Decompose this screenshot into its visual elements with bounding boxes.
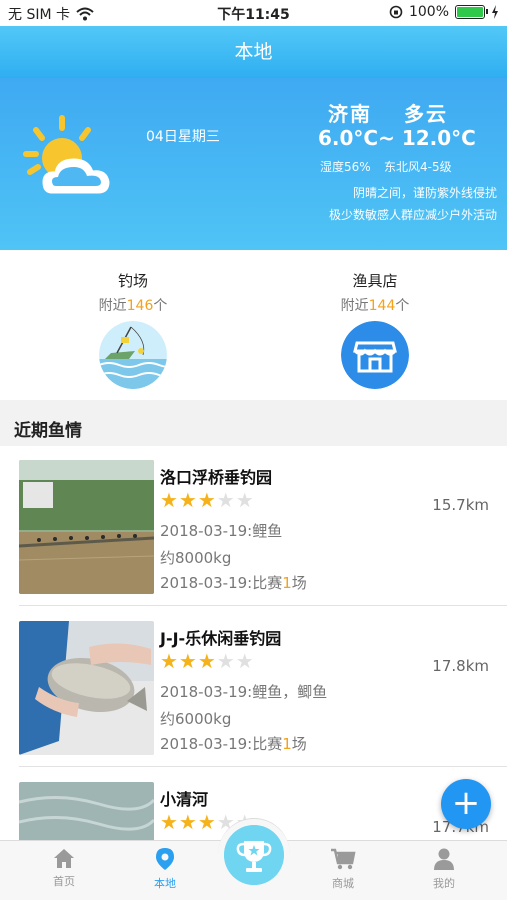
spot-photo	[19, 782, 154, 840]
competition-info: 2018-03-19:比赛1场	[160, 735, 307, 753]
tab-mine-label: 我的	[433, 877, 455, 890]
charging-icon	[492, 5, 498, 19]
tackle-shops-count: 附近144个	[340, 298, 410, 314]
nav-bar: 本地	[0, 26, 507, 78]
profile-icon	[434, 848, 454, 870]
list-item[interactable]: J-J-乐休闲垂钓园 ★★★★★ 17.8km 2018-03-19:鲤鱼，鲫鱼…	[0, 607, 507, 767]
catch-info: 2018-03-19:鲤鱼	[160, 522, 283, 540]
weather-wind: 东北风4-5级	[384, 160, 452, 174]
tab-local-label: 本地	[154, 877, 176, 890]
orientation-lock-icon	[389, 5, 403, 19]
page-title: 本地	[234, 41, 273, 63]
tackle-shops-label: 渔具店	[352, 272, 398, 290]
catch-weight: 约6000kg	[160, 710, 232, 728]
section-title: 近期鱼情	[0, 400, 507, 446]
cart-icon	[331, 848, 356, 870]
spot-name: J-J-乐休闲垂钓园	[160, 629, 282, 648]
tab-mine[interactable]: 我的	[404, 847, 484, 891]
spot-photo	[19, 460, 154, 594]
trophy-icon	[224, 825, 284, 885]
competition-button[interactable]	[218, 818, 290, 890]
rating-stars: ★★★★★	[160, 649, 255, 673]
weather-tip-line2: 极少数敏感人群应减少户外活动	[328, 208, 497, 222]
spot-distance: 15.7km	[432, 496, 489, 514]
fishing-spots-count: 附近146个	[98, 298, 168, 314]
battery-percent: 100%	[408, 4, 449, 20]
tab-mall-label: 商城	[332, 877, 354, 890]
tab-home-label: 首页	[53, 875, 75, 888]
tab-local[interactable]: 本地	[125, 847, 205, 891]
tackle-shops-link[interactable]: 渔具店 附近144个	[275, 270, 475, 393]
fishing-spots-label: 钓场	[117, 272, 148, 290]
catch-info: 2018-03-19:鲤鱼，鲫鱼	[160, 683, 328, 701]
location-pin-icon	[156, 848, 174, 870]
quick-links: 钓场 附近146个 渔具店 附近144个	[0, 250, 507, 400]
battery-icon	[455, 5, 488, 19]
weather-panel: 04日星期三 济南 多云 6.0°C~ 12.0°C 湿度56% 东北风4-5级…	[0, 78, 507, 250]
status-bar: 无 SIM 卡 下午11:45 100%	[0, 0, 507, 26]
fishing-report-list: 洛口浮桥垂钓园 ★★★★★ 15.7km 2018-03-19:鲤鱼 约8000…	[0, 446, 507, 840]
tab-mall[interactable]: 商城	[303, 847, 383, 891]
spot-photo	[19, 621, 154, 755]
weather-humidity: 湿度56%	[320, 160, 371, 174]
partly-cloudy-icon	[23, 115, 110, 194]
competition-info: 2018-03-19:比赛1场	[160, 574, 307, 592]
store-icon	[341, 321, 409, 389]
spot-name: 洛口浮桥垂钓园	[160, 468, 273, 487]
rating-stars: ★★★★★	[160, 488, 255, 512]
home-icon	[54, 849, 74, 868]
weather-condition: 多云	[404, 102, 448, 126]
weather-city: 济南	[328, 102, 372, 126]
fishing-spot-icon	[99, 321, 167, 389]
weather-date: 04日星期三	[146, 129, 220, 145]
list-item[interactable]: 洛口浮桥垂钓园 ★★★★★ 15.7km 2018-03-19:鲤鱼 约8000…	[0, 446, 507, 606]
fishing-spots-link[interactable]: 钓场 附近146个	[33, 270, 233, 393]
spot-name: 小清河	[160, 790, 209, 809]
add-button[interactable]: +	[441, 779, 491, 829]
catch-weight: 约8000kg	[160, 549, 232, 567]
spot-distance: 17.8km	[432, 657, 489, 675]
tab-home[interactable]: 首页	[24, 847, 104, 889]
weather-tip-line1: 阴晴之间，谨防紫外线侵扰	[352, 186, 497, 200]
weather-temperature: 6.0°C~ 12.0°C	[318, 126, 476, 150]
